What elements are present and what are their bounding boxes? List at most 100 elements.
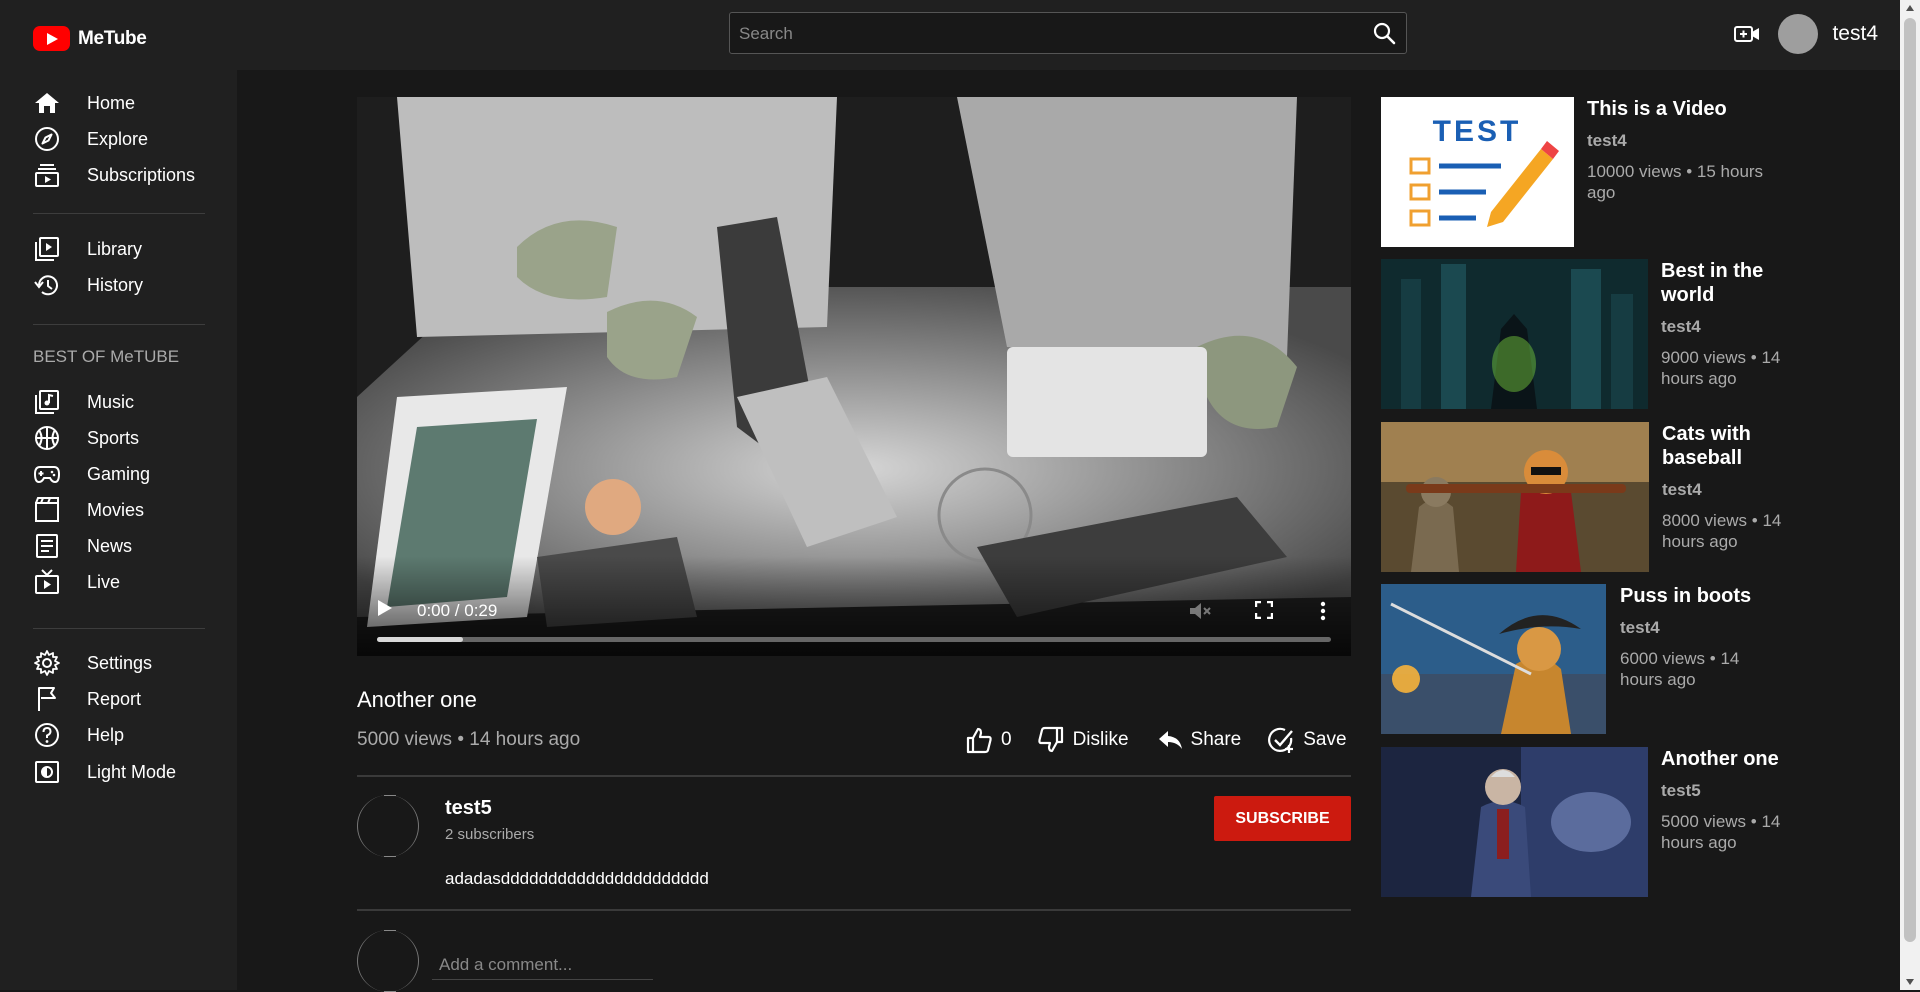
sidebar-item-library[interactable]: Library — [33, 233, 223, 265]
page-scrollbar[interactable] — [1900, 0, 1920, 990]
play-icon[interactable] — [377, 599, 393, 617]
progress-fill — [377, 637, 463, 642]
sidebar-item-gaming[interactable]: Gaming — [33, 458, 223, 490]
search-icon[interactable] — [1372, 21, 1396, 45]
sidebar-item-report[interactable]: Report — [33, 683, 223, 715]
recommended-meta: 6000 views • 14 hours ago — [1620, 649, 1740, 689]
live-icon — [33, 568, 61, 596]
commenter-avatar — [357, 930, 419, 992]
recommended-title: Best in the world — [1661, 260, 1764, 306]
save-button[interactable]: Save — [1267, 726, 1347, 754]
subscriber-count: 2 subscribers — [445, 826, 535, 843]
play-logo-icon — [33, 26, 70, 51]
movies-icon — [33, 496, 61, 524]
recommended-video[interactable]: Puss in boots test4 6000 views • 14 hour… — [1381, 584, 1801, 734]
video-actions: 0 Dislike Share Save — [965, 724, 1347, 756]
sidebar-item-live[interactable]: Live — [33, 566, 223, 598]
username[interactable]: test4 — [1832, 22, 1878, 46]
help-icon — [33, 721, 61, 749]
thumbnail — [1381, 584, 1606, 734]
recommended-channel: test5 — [1661, 781, 1701, 800]
news-icon — [33, 532, 61, 560]
scroll-down-arrow-icon[interactable] — [1906, 979, 1914, 985]
report-icon — [33, 685, 61, 713]
channel-name[interactable]: test5 — [445, 797, 492, 820]
save-check-icon — [1268, 727, 1294, 753]
video-player[interactable]: 0:00 / 0:29 — [357, 97, 1351, 656]
recommended-meta: 5000 views • 14 hours ago — [1661, 812, 1781, 852]
metube-logo[interactable]: MeTube — [33, 26, 147, 51]
user-avatar[interactable] — [1778, 14, 1819, 54]
recommended-video[interactable]: Cats with baseball test4 8000 views • 14… — [1381, 422, 1801, 572]
sidebar-item-music[interactable]: Music — [33, 386, 223, 418]
subscribe-button[interactable]: SUBSCRIBE — [1214, 796, 1351, 841]
sidebar-item-home[interactable]: Home — [33, 87, 223, 119]
recommended-meta: 8000 views • 14 hours ago — [1662, 511, 1782, 551]
mute-icon[interactable] — [1189, 601, 1211, 621]
recommended-channel: test4 — [1620, 618, 1660, 637]
dislike-button[interactable]: Dislike — [1037, 726, 1129, 754]
sidebar-item-movies[interactable]: Movies — [33, 494, 223, 526]
history-icon — [33, 271, 61, 299]
thumbnail: TEST — [1381, 97, 1574, 247]
channel-avatar[interactable] — [357, 795, 419, 857]
scroll-up-arrow-icon[interactable] — [1906, 5, 1914, 11]
thumbnail-badge-text: TEST — [1433, 115, 1522, 148]
sidebar-item-light-mode[interactable]: Light Mode — [33, 756, 223, 788]
recommended-channel: test4 — [1661, 317, 1701, 336]
video-title: Another one — [357, 687, 477, 712]
section-title: BEST OF MeTUBE — [33, 347, 180, 366]
thumbnail — [1381, 747, 1648, 897]
sidebar-item-history[interactable]: History — [33, 269, 223, 301]
search-input[interactable] — [730, 13, 1361, 55]
like-button[interactable]: 0 — [965, 726, 1012, 754]
fullscreen-icon[interactable] — [1255, 601, 1273, 619]
thumbnail — [1381, 422, 1649, 572]
explore-icon — [33, 125, 61, 153]
sidebar-divider — [33, 628, 205, 629]
recommended-info: Another one test5 5000 views • 14 hours … — [1661, 747, 1781, 853]
recommended-channel: test4 — [1587, 131, 1627, 150]
settings-icon — [33, 649, 61, 677]
search-box — [729, 12, 1407, 55]
recommended-info: This is a Video test4 10000 views • 15 h… — [1587, 97, 1777, 203]
comment-input[interactable] — [432, 950, 653, 980]
progress-track[interactable] — [377, 637, 1331, 642]
more-options-icon[interactable] — [1320, 601, 1326, 621]
music-icon — [33, 388, 61, 416]
like-count: 0 — [1001, 729, 1012, 750]
thumbs-up-icon — [966, 727, 992, 754]
recommended-info: Puss in boots test4 6000 views • 14 hour… — [1620, 584, 1780, 690]
sidebar-item-news[interactable]: News — [33, 530, 223, 562]
logo-text: MeTube — [78, 27, 147, 49]
recommended-video[interactable]: Best in the world test4 9000 views • 14 … — [1381, 259, 1801, 409]
recommended-video[interactable]: Another one test5 5000 views • 14 hours … — [1381, 747, 1801, 897]
scrollbar-thumb[interactable] — [1904, 18, 1916, 942]
gaming-icon — [33, 460, 61, 488]
divider — [357, 909, 1351, 911]
recommended-title: Cats with baseball — [1662, 423, 1751, 469]
recommended-info: Cats with baseball test4 8000 views • 14… — [1662, 422, 1782, 552]
library-icon — [33, 235, 61, 263]
share-button[interactable]: Share — [1157, 728, 1241, 752]
subscriptions-icon — [33, 161, 61, 189]
sidebar-item-explore[interactable]: Explore — [33, 123, 223, 155]
recommended-title: This is a Video — [1587, 98, 1727, 120]
divider — [357, 775, 1351, 777]
sidebar-item-settings[interactable]: Settings — [33, 647, 223, 679]
recommended-channel: test4 — [1662, 480, 1702, 499]
time-display: 0:00 / 0:29 — [417, 601, 498, 620]
home-icon — [33, 89, 61, 117]
light-mode-icon — [33, 758, 61, 786]
recommended-meta: 9000 views • 14 hours ago — [1661, 348, 1781, 388]
sidebar-item-help[interactable]: Help — [33, 719, 223, 751]
recommended-title: Puss in boots — [1620, 585, 1752, 607]
sidebar-item-sports[interactable]: Sports — [33, 422, 223, 454]
recommended-meta: 10000 views • 15 hours ago — [1587, 162, 1764, 202]
sidebar-item-subscriptions[interactable]: Subscriptions — [33, 159, 223, 191]
player-controls: 0:00 / 0:29 — [357, 556, 1351, 656]
recommended-title: Another one — [1661, 748, 1779, 770]
sidebar-divider — [33, 324, 205, 325]
recommended-video[interactable]: TEST This is a Video test4 10000 views •… — [1381, 97, 1801, 247]
upload-video-icon[interactable] — [1734, 24, 1760, 44]
